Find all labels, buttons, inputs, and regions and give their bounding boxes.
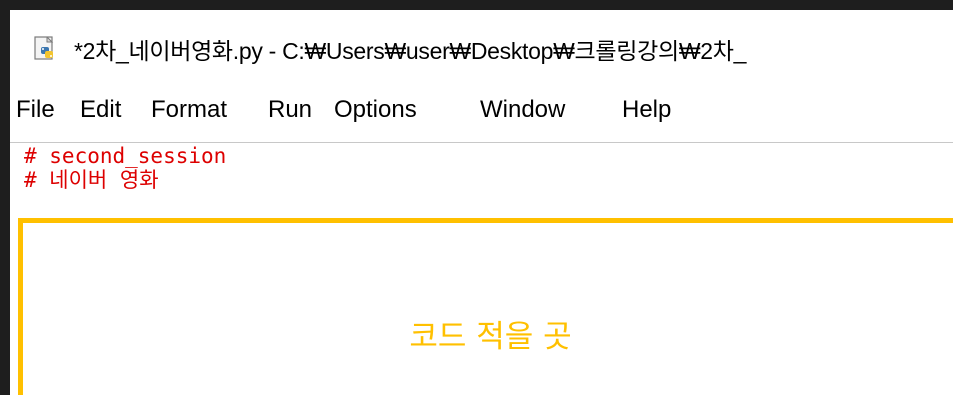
menu-format[interactable]: Format — [151, 96, 227, 124]
window-title: *2차_네이버영화.py - C:₩Users₩user₩Desktop₩크롤링… — [74, 38, 747, 64]
menu-window[interactable]: Window — [480, 96, 565, 124]
menu-help[interactable]: Help — [622, 96, 671, 124]
python-file-icon — [32, 36, 58, 62]
menu-edit[interactable]: Edit — [80, 96, 121, 124]
idle-editor-window: *2차_네이버영화.py - C:₩Users₩user₩Desktop₩크롤링… — [10, 10, 953, 395]
annotation-label: 코드 적을 곳 — [409, 319, 572, 355]
title-bar[interactable]: *2차_네이버영화.py - C:₩Users₩user₩Desktop₩크롤링… — [10, 10, 953, 86]
menu-options[interactable]: Options — [334, 96, 417, 124]
window-edge — [0, 142, 3, 395]
code-area-annotation-box: 코드 적을 곳 — [18, 218, 953, 395]
menu-bar: File Edit Format Run Options Window Help — [10, 90, 953, 138]
menu-run[interactable]: Run — [268, 96, 312, 124]
screenshot-frame: *2차_네이버영화.py - C:₩Users₩user₩Desktop₩크롤링… — [0, 0, 953, 395]
menu-file[interactable]: File — [16, 96, 55, 124]
code-line-2: # 네이버 영화 — [24, 168, 159, 192]
code-line-1: # second_session — [24, 144, 227, 168]
